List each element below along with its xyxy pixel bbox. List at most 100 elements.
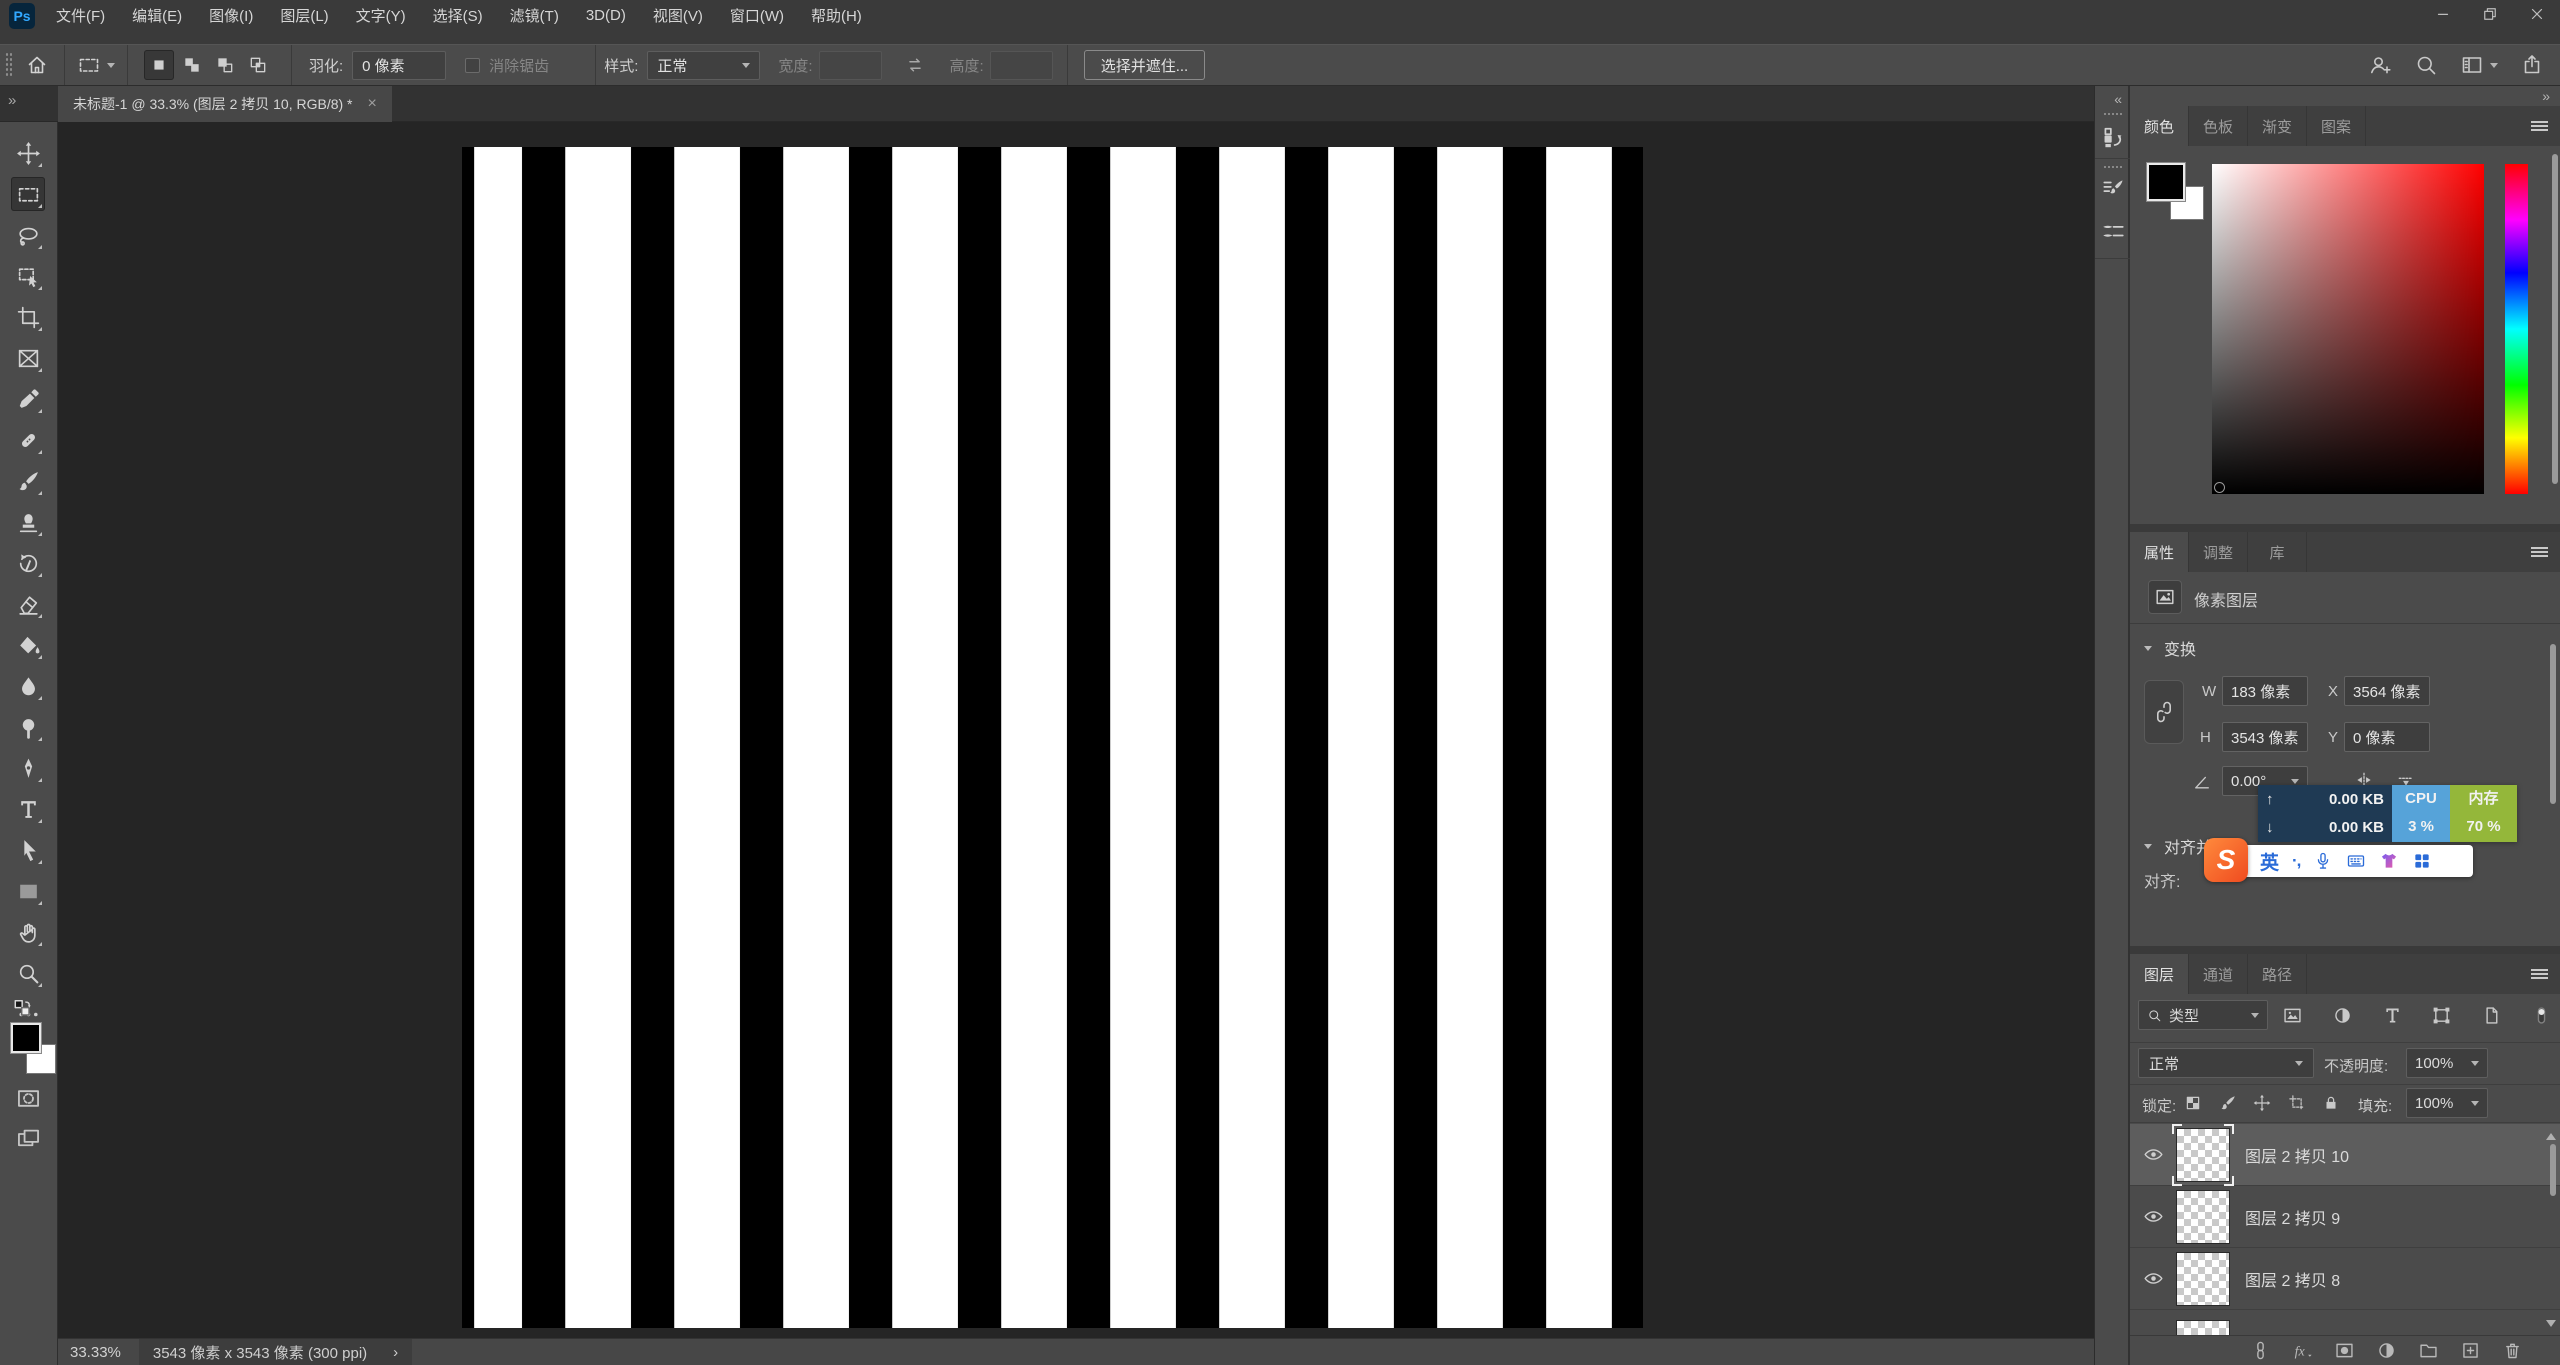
select-and-mask-button[interactable]: 选择并遮住... — [1084, 50, 1206, 80]
y-value-input[interactable]: 0 像素 — [2344, 722, 2430, 752]
expand-panels-icon[interactable]: « — [2114, 91, 2122, 107]
document-canvas[interactable] — [462, 147, 1643, 1328]
pen-tool[interactable] — [11, 751, 45, 785]
eyedropper-tool[interactable] — [11, 382, 45, 416]
document-tab[interactable]: 未标题-1 @ 33.3% (图层 2 拷贝 10, RGB/8) * × — [58, 86, 392, 122]
layers-tab[interactable]: 路径 — [2248, 954, 2307, 994]
brush-tool[interactable] — [11, 464, 45, 498]
keyboard-icon[interactable] — [2346, 851, 2366, 871]
foreground-color-swatch[interactable] — [10, 1022, 42, 1054]
lock-position-icon[interactable] — [2253, 1094, 2271, 1112]
menu-item[interactable]: 滤镜(T) — [510, 5, 559, 26]
link-dimensions-icon[interactable] — [2144, 680, 2184, 744]
layer-row[interactable]: 图层 2 拷贝 10 — [2130, 1124, 2560, 1186]
dodge-tool[interactable] — [11, 710, 45, 744]
saturation-brightness-field[interactable] — [2212, 164, 2484, 494]
menu-item[interactable]: 选择(S) — [433, 5, 483, 26]
ime-language-toggle[interactable]: 英 — [2260, 848, 2279, 875]
share-icon[interactable] — [2520, 53, 2544, 77]
layer-thumbnail[interactable] — [2176, 1252, 2230, 1306]
color-tab[interactable]: 颜色 — [2130, 106, 2189, 146]
eraser-tool[interactable] — [11, 587, 45, 621]
opacity-input[interactable]: 100% — [2406, 1048, 2488, 1078]
shape-layer-filter-icon[interactable] — [2431, 1005, 2452, 1026]
minimize-button[interactable] — [2419, 0, 2466, 28]
layer-visibility-icon[interactable] — [2130, 1206, 2176, 1227]
document-info[interactable]: 3543 像素 x 3543 像素 (300 ppi)› — [139, 1339, 412, 1365]
user-add-icon[interactable] — [2368, 53, 2392, 77]
close-button[interactable] — [2513, 0, 2560, 28]
height-input[interactable] — [990, 51, 1053, 80]
add-mask-icon[interactable] — [2334, 1340, 2355, 1361]
menu-item[interactable]: 文字(Y) — [356, 5, 406, 26]
menu-item[interactable]: 窗口(W) — [730, 5, 784, 26]
layer-row[interactable] — [2130, 1316, 2560, 1335]
paint-bucket-tool[interactable] — [11, 628, 45, 662]
canvas-pasteboard[interactable] — [58, 122, 2094, 1338]
history-brush-tool[interactable] — [11, 546, 45, 580]
swap-dimensions-icon[interactable] — [904, 54, 926, 76]
scroll-up-icon[interactable] — [2546, 1128, 2556, 1140]
home-button[interactable] — [25, 53, 49, 77]
menu-item[interactable]: 视图(V) — [653, 5, 703, 26]
history-panel-icon[interactable] — [2098, 123, 2128, 153]
collapse-panels-icon[interactable]: » — [2542, 88, 2550, 104]
rectangle-tool[interactable] — [11, 874, 45, 908]
new-layer-icon[interactable] — [2460, 1340, 2481, 1361]
subtract-selection-icon[interactable] — [210, 50, 240, 80]
clone-stamp-tool[interactable] — [11, 505, 45, 539]
properties-tab[interactable]: 库 — [2248, 532, 2307, 572]
hue-slider[interactable] — [2505, 164, 2528, 494]
rectangular-marquee-tool[interactable] — [11, 177, 45, 211]
crop-tool[interactable] — [11, 300, 45, 334]
antialias-checkbox[interactable] — [465, 58, 480, 73]
skin-icon[interactable] — [2379, 851, 2399, 871]
scroll-down-icon[interactable] — [2546, 1320, 2556, 1332]
zoom-tool[interactable] — [11, 956, 45, 990]
color-picker-handle[interactable] — [2214, 482, 2225, 493]
lock-pixels-icon[interactable] — [2219, 1094, 2237, 1112]
style-select[interactable]: 正常 — [647, 51, 760, 80]
width-input[interactable] — [819, 51, 882, 80]
adjustment-layer-filter-icon[interactable] — [2332, 1005, 2353, 1026]
lock-transparency-icon[interactable] — [2184, 1094, 2202, 1112]
panel-menu-icon[interactable] — [2531, 969, 2548, 979]
layer-thumbnail[interactable] — [2176, 1128, 2230, 1182]
panel-menu-icon[interactable] — [2531, 547, 2548, 557]
object-selection-tool[interactable] — [11, 259, 45, 293]
height-value-input[interactable]: 3543 像素 — [2222, 722, 2308, 752]
scrollbar-thumb[interactable] — [2550, 1144, 2556, 1196]
layer-name[interactable]: 图层 2 拷贝 10 — [2245, 1143, 2349, 1167]
type-tool[interactable] — [11, 792, 45, 826]
sogou-logo[interactable]: S — [2204, 838, 2248, 882]
new-selection-icon[interactable] — [144, 50, 174, 80]
frame-tool[interactable] — [11, 341, 45, 375]
workspace-icon[interactable] — [2460, 53, 2498, 77]
menu-item[interactable]: 图层(L) — [280, 5, 328, 26]
search-icon[interactable] — [2414, 53, 2438, 77]
color-tab[interactable]: 图案 — [2307, 106, 2366, 146]
smart-object-filter-icon[interactable] — [2481, 1005, 2502, 1026]
blend-mode-select[interactable]: 正常 — [2138, 1048, 2314, 1078]
menu-item[interactable]: 帮助(H) — [811, 5, 862, 26]
properties-tab[interactable]: 属性 — [2130, 532, 2189, 572]
foreground-color-swatch[interactable] — [2146, 162, 2186, 202]
spot-healing-brush-tool[interactable] — [11, 423, 45, 457]
new-group-icon[interactable] — [2418, 1340, 2439, 1361]
filter-type-select[interactable]: 类型 — [2138, 1000, 2268, 1030]
add-selection-icon[interactable] — [177, 50, 207, 80]
layer-visibility-icon[interactable] — [2130, 1268, 2176, 1289]
layers-tab[interactable]: 图层 — [2130, 954, 2189, 994]
width-value-input[interactable]: 183 像素 — [2222, 676, 2308, 706]
scrollbar-thumb[interactable] — [2552, 154, 2558, 484]
close-tab-icon[interactable]: × — [368, 95, 377, 113]
fill-input[interactable]: 100% — [2406, 1088, 2488, 1118]
layer-row[interactable]: 图层 2 拷贝 8 — [2130, 1248, 2560, 1310]
link-layers-icon[interactable] — [2250, 1340, 2271, 1361]
zoom-level[interactable]: 33.33% — [70, 1344, 121, 1361]
menu-item[interactable]: 图像(I) — [209, 5, 253, 26]
menu-item[interactable]: 3D(D) — [586, 7, 626, 24]
x-value-input[interactable]: 3564 像素 — [2344, 676, 2430, 706]
blur-tool[interactable] — [11, 669, 45, 703]
layer-name[interactable]: 图层 2 拷贝 8 — [2245, 1267, 2340, 1291]
